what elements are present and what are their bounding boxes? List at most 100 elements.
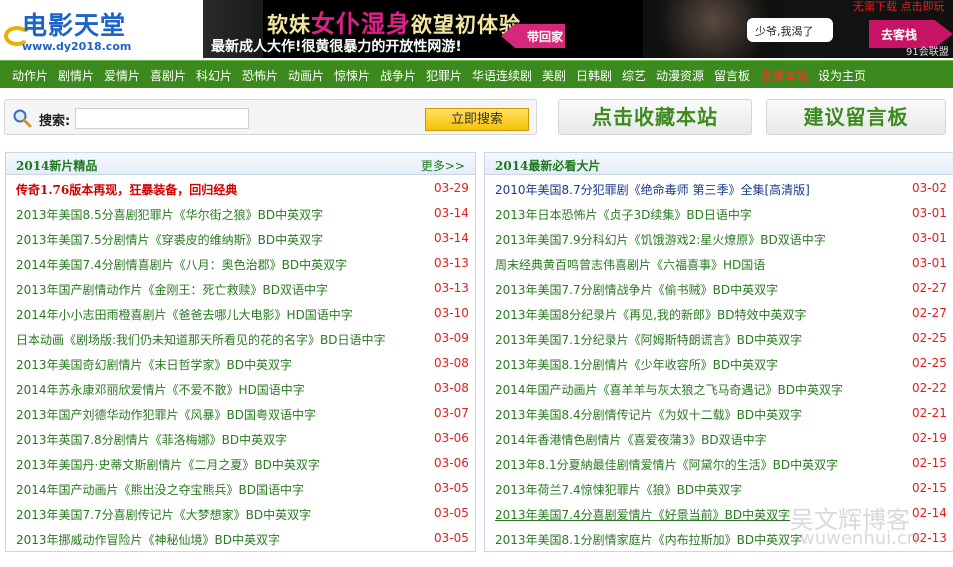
panel-title: 2014最新必看大片 [495,159,601,173]
logo-url: www.dy2018.com [22,40,132,53]
movie-date: 03-08 [434,381,469,395]
movie-title-link[interactable]: 2013年荷兰7.4惊悚犯罪片《狼》BD中英双字 [495,481,742,498]
list-item: 2014年美国7.4分剧情喜剧片《八月：奥色治郡》BD中英双字 03-13 [6,252,475,277]
movie-title-link[interactable]: 2014年香港情色剧情片《喜爱夜蒲3》BD双语中字 [495,431,767,448]
movie-title-link[interactable]: 2013年美国7.9分科幻片《饥饿游戏2:星火燎原》BD双语中字 [495,231,826,248]
movie-date: 03-06 [434,431,469,445]
list-item: 2013年美国8分纪录片《再见,我的新郎》BD特效中英双字 02-27 [485,302,953,327]
list-item: 2013年8.1分夏納最佳剧情爱情片《阿黛尔的生活》BD中英双字 02-15 [485,452,953,477]
list-item: 2013年挪威动作冒险片《神秘仙境》BD中英双字 03-05 [6,527,475,552]
site-logo[interactable]: 电影天堂 www.dy2018.com [2,4,200,56]
movie-date: 03-05 [434,481,469,495]
list-item: 周末经典黄百鸣曾志伟喜剧片《六福喜事》HD国语 03-01 [485,252,953,277]
movie-title-link[interactable]: 2013年美国7.7分喜剧传记片《大梦想家》BD中英双字 [16,506,311,523]
nav-item[interactable]: 动作片 [12,67,48,84]
nav-item[interactable]: 战争片 [380,67,416,84]
nav-item[interactable]: 恐怖片 [242,67,278,84]
movie-date: 03-01 [912,256,947,270]
logo-name: 电影天堂 [22,11,127,40]
movie-title-link[interactable]: 2013年国产刘德华动作犯罪片《风暴》BD国粤双语中字 [16,406,316,423]
nav-item[interactable]: 设为主页 [818,67,866,84]
movie-date: 03-09 [434,331,469,345]
nav-item[interactable]: 华语连续剧 [472,67,532,84]
movie-title-link[interactable]: 传奇1.76版本再现，狂暴装备，回归经典 [16,181,237,198]
search-input[interactable] [75,108,249,129]
movie-date: 03-01 [912,206,947,220]
movie-title-link[interactable]: 2013年美国8.1分剧情片《少年收容所》BD中英双字 [495,356,778,373]
movie-title-link[interactable]: 2013年美国丹·史蒂文斯剧情片《二月之夏》BD中英双字 [16,456,320,473]
movie-title-link[interactable]: 2013年美国8.4分剧情传记片《为奴十二载》BD中英双字 [495,406,802,423]
movie-title-link[interactable]: 2013年美国8分纪录片《再见,我的新郎》BD特效中英双字 [495,306,806,323]
nav-item[interactable]: 剧情片 [58,67,94,84]
more-link[interactable]: 更多>> [421,157,465,174]
search-bar: 搜索: 立即搜索 [4,99,537,135]
list-item: 2013年美国7.9分科幻片《饥饿游戏2:星火燎原》BD双语中字 03-01 [485,227,953,252]
movie-date: 03-05 [434,531,469,545]
movie-title-link[interactable]: 2013年国产剧情动作片《金刚王：死亡救赎》BD双语中字 [16,281,328,298]
movie-date: 03-14 [434,231,469,245]
ad-topright-text[interactable]: 无需下载 点击即玩 [853,0,945,14]
nav-item[interactable]: 动漫资源 [656,67,704,84]
list-item: 2013年美国7.5分剧情片《穿裘皮的维纳斯》BD中英双字 03-14 [6,227,475,252]
nav-item[interactable]: 收藏本站 [760,67,808,84]
movie-title-link[interactable]: 2013年8.1分夏納最佳剧情爱情片《阿黛尔的生活》BD中英双字 [495,456,838,473]
movie-title-link[interactable]: 2014年小小志田雨橙喜剧片《爸爸去哪儿大电影》HD国语中字 [16,306,353,323]
list-item: 2013年国产剧情动作片《金刚王：死亡救赎》BD双语中字 03-13 [6,277,475,302]
search-label: 搜索: [39,114,71,129]
nav-item[interactable]: 犯罪片 [426,67,462,84]
nav-item[interactable]: 惊悚片 [334,67,370,84]
movie-title-link[interactable]: 日本动画《剧场版:我们仍未知道那天所看见的花的名字》BD日语中字 [16,331,386,348]
list-item: 2010年美国8.7分犯罪剧《绝命毒师 第三季》全集[高清版] 03-02 [485,177,953,202]
movie-date: 03-10 [434,306,469,320]
movie-date: 02-27 [912,306,947,320]
movie-title-link[interactable]: 2013年美国8.5分喜剧犯罪片《华尔街之狼》BD中英双字 [16,206,323,223]
bookmark-site-button[interactable]: 点击收藏本站 [558,99,752,135]
movie-date: 03-01 [912,231,947,245]
movie-title-link[interactable]: 2013年美国7.7分剧情战争片《偷书贼》BD中英双字 [495,281,778,298]
list-item: 2013年美国8.5分喜剧犯罪片《华尔街之狼》BD中英双字 03-14 [6,202,475,227]
search-button[interactable]: 立即搜索 [425,108,529,131]
list-item: 日本动画《剧场版:我们仍未知道那天所看见的花的名字》BD日语中字 03-09 [6,327,475,352]
movie-date: 03-02 [912,181,947,195]
movie-date: 02-25 [912,356,947,370]
movie-title-link[interactable]: 2014年国产动画片《熊出没之夺宝熊兵》BD国语中字 [16,481,304,498]
nav-item[interactable]: 动画片 [288,67,324,84]
movie-date: 02-19 [912,431,947,445]
ad-subline: 最新成人大作!很黄很暴力的开放性网游! [211,39,462,55]
movie-title-link[interactable]: 2013年美国7.4分喜剧爱情片《好景当前》BD中英双字 [495,506,790,523]
movie-title-link[interactable]: 2013年美国7.5分剧情片《穿裘皮的维纳斯》BD中英双字 [16,231,323,248]
nav-item[interactable]: 美剧 [542,67,566,84]
movie-title-link[interactable]: 2013年日本恐怖片《贞子3D续集》BD日语中字 [495,206,752,223]
movie-title-link[interactable]: 2014年美国7.4分剧情喜剧片《八月：奥色治郡》BD中英双字 [16,256,347,273]
list-item: 2013年美国8.4分剧情传记片《为奴十二载》BD中英双字 02-21 [485,402,953,427]
movie-title-link[interactable]: 2010年美国8.7分犯罪剧《绝命毒师 第三季》全集[高清版] [495,181,810,198]
ad-headline-highlight: 女仆湿身 [311,9,411,38]
list-item: 2013年美国奇幻剧情片《末日哲学家》BD中英双字 03-08 [6,352,475,377]
nav-item[interactable]: 科幻片 [196,67,232,84]
movie-title-link[interactable]: 2013年美国8.1分剧情家庭片《内布拉斯加》BD中英双字 [495,531,802,548]
nav-item[interactable]: 留言板 [714,67,750,84]
nav-item[interactable]: 爱情片 [104,67,140,84]
guestbook-button[interactable]: 建议留言板 [766,99,946,135]
movie-title-link[interactable]: 2013年挪威动作冒险片《神秘仙境》BD中英双字 [16,531,280,548]
list-item: 2013年日本恐怖片《贞子3D续集》BD日语中字 03-01 [485,202,953,227]
list-item: 2013年美国7.7分剧情战争片《偷书贼》BD中英双字 02-27 [485,277,953,302]
movie-title-link[interactable]: 2014年国产动画片《喜羊羊与灰太狼之飞马奇遇记》BD中英双字 [495,381,843,398]
movie-title-link[interactable]: 2013年英国7.8分剧情片《菲洛梅娜》BD中英双字 [16,431,287,448]
list-item: 传奇1.76版本再现，狂暴装备，回归经典 03-29 [6,177,475,202]
list-item: 2014年香港情色剧情片《喜爱夜蒲3》BD双语中字 02-19 [485,427,953,452]
nav-item[interactable]: 日韩剧 [576,67,612,84]
movie-date: 02-14 [912,506,947,520]
movie-title-link[interactable]: 周末经典黄百鸣曾志伟喜剧片《六福喜事》HD国语 [495,256,765,273]
movie-date: 02-21 [912,406,947,420]
ad-speech-bubble: 少爷,我渴了 [747,18,833,42]
list-item: 2014年苏永康邓丽欣爱情片《不爱不散》HD国语中字 03-08 [6,377,475,402]
panel-header: 2014新片精品 更多>> [6,153,475,175]
panel-header: 2014最新必看大片 [485,153,953,175]
nav-item[interactable]: 喜剧片 [150,67,186,84]
movie-title-link[interactable]: 2014年苏永康邓丽欣爱情片《不爱不散》HD国语中字 [16,381,305,398]
ad-banner[interactable]: 软妹女仆湿身欲望初体验 最新成人大作!很黄很暴力的开放性网游! 带回家 少爷,我… [203,0,953,58]
movie-title-link[interactable]: 2013年美国7.1分纪录片《阿姆斯特朗谎言》BD中英双字 [495,331,802,348]
movie-title-link[interactable]: 2013年美国奇幻剧情片《末日哲学家》BD中英双字 [16,356,292,373]
nav-item[interactable]: 综艺 [622,67,646,84]
